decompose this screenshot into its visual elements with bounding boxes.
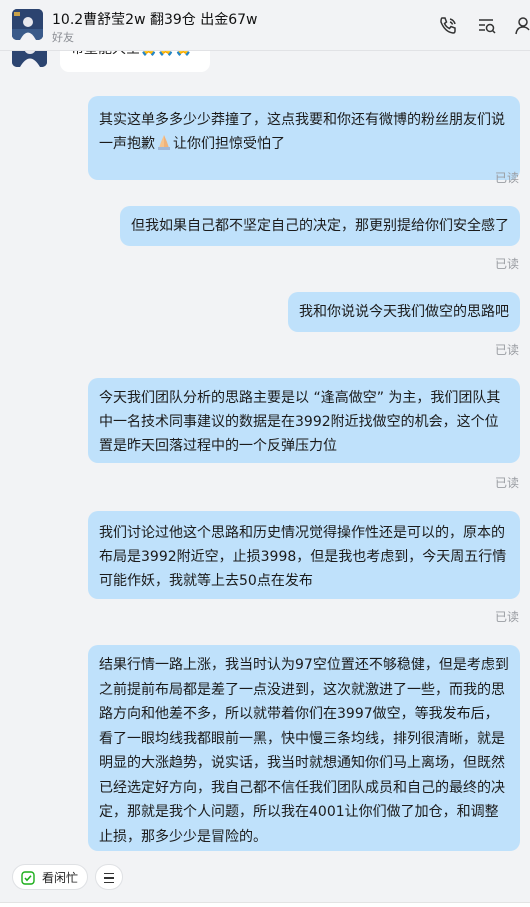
message-bubble[interactable]: 但我如果自己都不坚定自己的决定，那更别提给你们安全感了	[120, 206, 520, 246]
status-check-icon	[21, 870, 35, 885]
read-receipt: 已读	[494, 171, 519, 185]
search-history-icon[interactable]	[476, 15, 498, 37]
read-receipt: 已读	[494, 257, 519, 271]
message-text: 今天我们团队分析的思路主要是以 “逢高做空” 为主，我们团队其中一名技术同事建议…	[99, 390, 501, 454]
message-text: 但我如果自己都不坚定自己的决定，那更别提给你们安全感了	[131, 218, 509, 234]
read-receipt: 已读	[494, 610, 519, 624]
status-label: 看闲忙	[42, 871, 79, 885]
chat-subtitle: 好友	[52, 31, 74, 44]
read-receipt: 已读	[494, 476, 519, 490]
message-bubble[interactable]: 我们讨论过他这个思路和历史情况觉得操作性还是可以的，原本的布局是3992附近空，…	[88, 511, 520, 599]
message-bubble[interactable]: 其实这单多多少少莽撞了，这点我要和你还有微博的粉丝朋友们说一声抱歉 让你们担惊受怕…	[88, 96, 520, 180]
message-bubble[interactable]: 我和你说说今天我们做空的思路吧	[288, 292, 520, 332]
peer-message-text: 希望能大空🙏🙏🙏	[70, 50, 192, 58]
message-list[interactable]: 希望能大空🙏🙏🙏 其实这单多多少少莽撞了，这点我要和你还有微博的粉丝朋友们说一声…	[0, 50, 530, 856]
composer-toolbar: 看闲忙	[0, 856, 530, 907]
chat-title: 10.2曹舒莹2w 翻39仓 出金67w	[52, 12, 258, 28]
message-text: 我和你说说今天我们做空的思路吧	[299, 304, 509, 320]
praying-hands-icon	[155, 134, 173, 150]
menu-button[interactable]	[95, 864, 123, 890]
peer-message-bubble[interactable]: 希望能大空🙏🙏🙏	[60, 50, 210, 72]
message-text: 结果行情一路上涨，我当时认为97空位置还不够稳健，但是考虑到之前提前布局都是差了…	[99, 657, 509, 845]
status-button[interactable]: 看闲忙	[12, 864, 88, 890]
add-friend-icon[interactable]	[514, 15, 530, 37]
message-text: 我们讨论过他这个思路和历史情况觉得操作性还是可以的，原本的布局是3992附近空，…	[99, 525, 507, 589]
message-input[interactable]	[0, 902, 530, 907]
chat-header: 10.2曹舒莹2w 翻39仓 出金67w 好友	[0, 0, 530, 51]
menu-icon	[104, 873, 114, 886]
message-text-continued: 让你们担惊受怕了	[173, 136, 285, 152]
voice-call-icon[interactable]	[437, 15, 459, 37]
message-bubble[interactable]: 今天我们团队分析的思路主要是以 “逢高做空” 为主，我们团队其中一名技术同事建议…	[88, 378, 520, 463]
read-receipt: 已读	[494, 343, 519, 357]
avatar[interactable]	[12, 9, 43, 40]
peer-avatar[interactable]	[12, 50, 47, 67]
message-bubble[interactable]: 结果行情一路上涨，我当时认为97空位置还不够稳健，但是考虑到之前提前布局都是差了…	[88, 645, 520, 851]
